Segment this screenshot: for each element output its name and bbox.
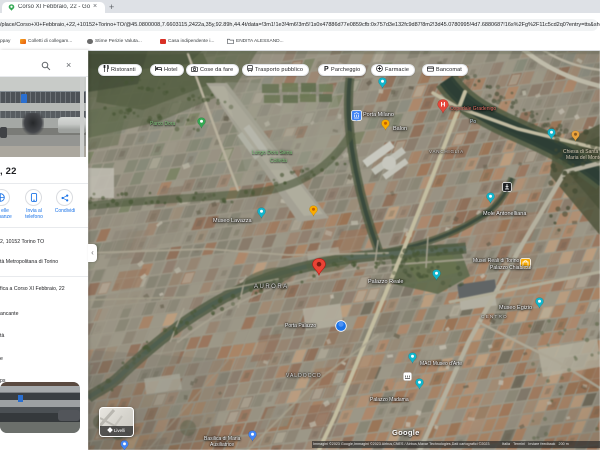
svg-text:H: H [441,102,446,109]
svg-text:P: P [324,66,329,72]
